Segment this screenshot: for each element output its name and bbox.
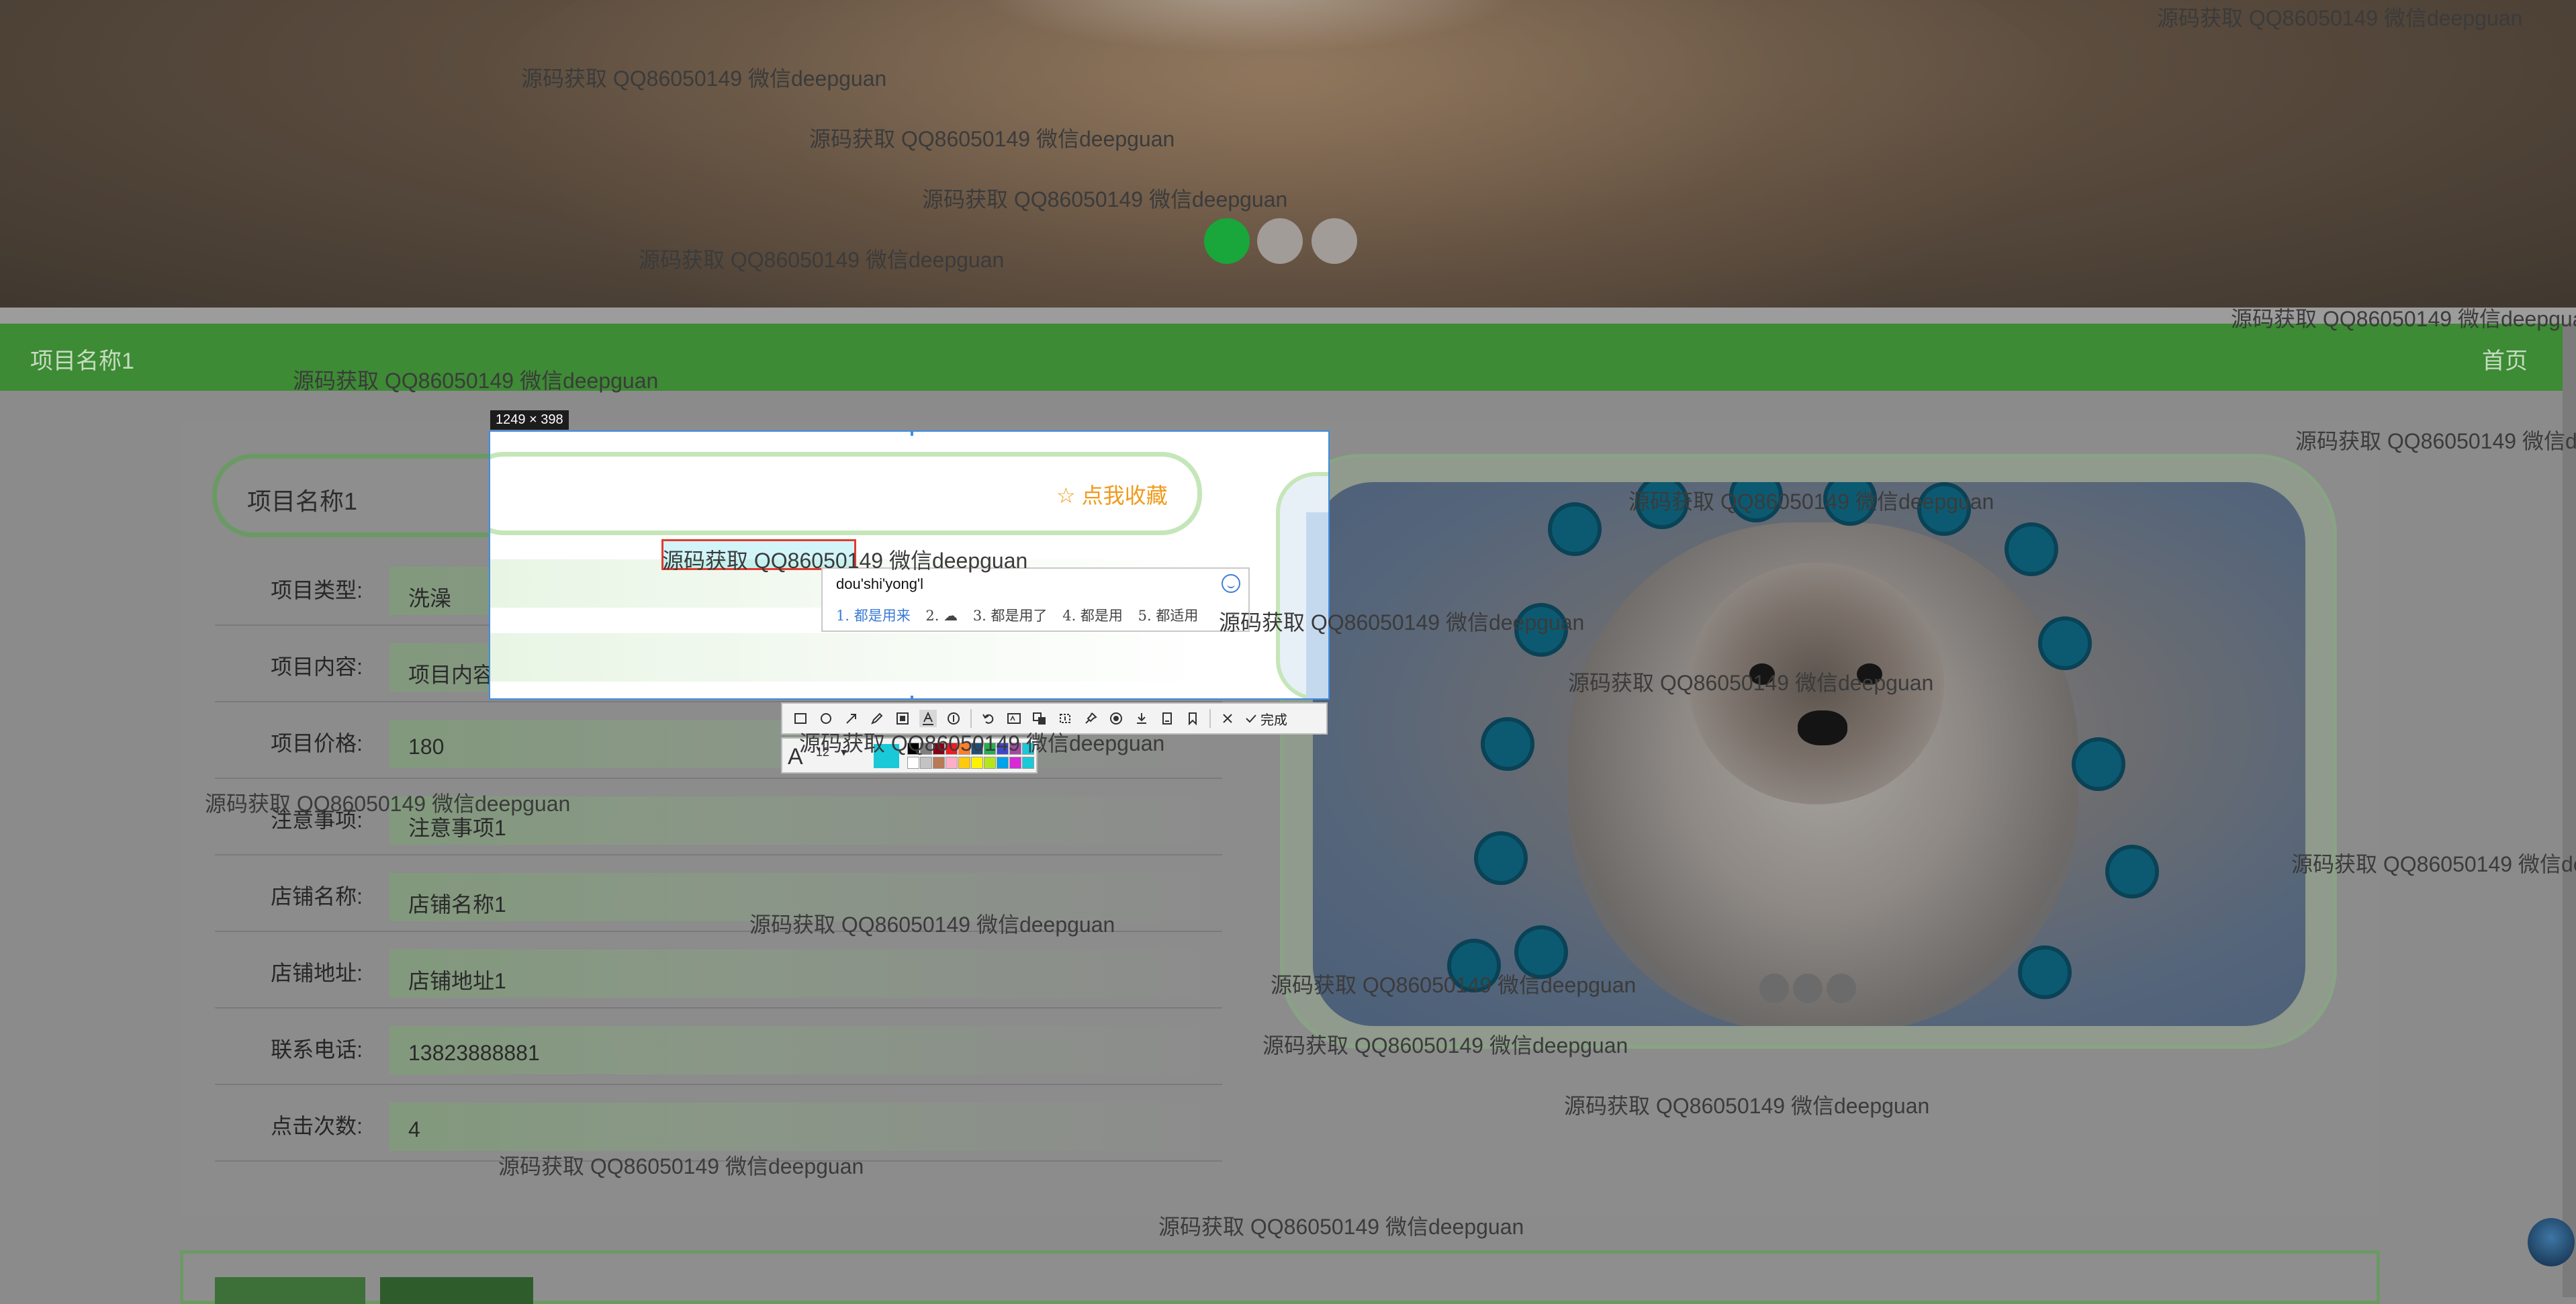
capture-handle[interactable] (911, 432, 913, 436)
ime-candidate[interactable]: 1. 都是用来 (836, 608, 911, 624)
watermark-text: 源码获取 QQ86050149 微信deepguan (1568, 671, 1934, 695)
watermark-text: 源码获取 QQ86050149 微信deepguan (1271, 973, 1637, 997)
capture-size-label: 1249 × 398 (490, 410, 569, 430)
emoji-icon[interactable] (1222, 574, 1240, 593)
field-label: 店铺名称: (271, 884, 363, 909)
done-label: 完成 (1260, 712, 1287, 728)
watermark-text: 源码获取 QQ86050149 微信deepguan (809, 127, 1175, 151)
check-icon (1246, 714, 1256, 723)
field-label: 项目内容: (271, 655, 363, 679)
watermark-text: 源码获取 QQ86050149 微信deepguan (922, 187, 1288, 212)
divider (0, 308, 2576, 324)
watermark-text: 源码获取 QQ86050149 微信deepguan (799, 731, 1165, 755)
watermark-text: 源码获取 QQ86050149 微信deepguan (2291, 852, 2576, 876)
field-value: 13823888881 (408, 1041, 540, 1065)
save-icon[interactable] (1158, 710, 1176, 727)
ime-composition: dou'shi'yong'l (836, 575, 924, 592)
color-swatch[interactable] (1022, 757, 1034, 769)
text-icon[interactable] (919, 710, 937, 727)
color-swatch[interactable] (997, 757, 1009, 769)
watermark-text: 源码获取 QQ86050149 微信deepguan (1158, 1215, 1524, 1239)
mosaic-icon[interactable] (894, 710, 911, 727)
field-value: 洗澡 (408, 586, 452, 610)
watermark-text: 源码获取 QQ86050149 微信deepguan (205, 792, 571, 816)
carousel-dot-3[interactable] (1312, 218, 1357, 264)
page-scrollbar[interactable] (2563, 324, 2576, 1297)
ime-candidate[interactable]: 5. 都适用 (1138, 608, 1199, 624)
bookmark-icon[interactable] (1184, 710, 1201, 727)
photo-carousel-dots[interactable] (1759, 974, 1867, 1007)
number-icon[interactable] (945, 710, 962, 727)
color-swatch[interactable] (946, 757, 958, 769)
field-row: 店铺地址: 店铺地址1 (215, 933, 1222, 1009)
download-icon[interactable] (1133, 710, 1150, 727)
field-label: 点击次数: (271, 1114, 363, 1138)
field-value: 180 (408, 735, 445, 759)
page-title: 项目名称1 (247, 487, 358, 515)
ime-candidate-window: dou'shi'yong'l 1. 都是用来 2. ☁ 3. 都是用了 4. 都… (821, 567, 1250, 632)
color-swatch[interactable] (933, 757, 945, 769)
watermark-text: 源码获取 QQ86050149 微信deepguan (1628, 490, 1994, 514)
photo-dot[interactable] (1793, 974, 1823, 1003)
watermark-text: 源码获取 QQ86050149 微信deepguan (1262, 1033, 1628, 1058)
color-swatch[interactable] (971, 757, 983, 769)
color-swatch[interactable] (958, 757, 970, 769)
field-label: 项目价格: (271, 731, 363, 755)
nav-brand[interactable]: 项目名称1 (30, 342, 134, 375)
field-label: 店铺地址: (271, 961, 363, 985)
watermark-text: 源码获取 QQ86050149 微信deepguan (1564, 1094, 1930, 1118)
field-row: 联系电话: 13823888881 (215, 1010, 1222, 1085)
pin-icon[interactable] (1082, 710, 1099, 727)
pen-icon[interactable] (868, 710, 886, 727)
capture-handle[interactable] (911, 696, 913, 700)
photo-dot[interactable] (1759, 974, 1789, 1003)
field-value: 店铺地址1 (408, 969, 506, 993)
favorite-button[interactable]: ☆ 点我收藏 (1056, 479, 1168, 510)
rectangle-icon[interactable] (792, 710, 809, 727)
color-swatch[interactable] (1009, 757, 1021, 769)
ocr-icon[interactable] (1005, 710, 1023, 727)
carousel-dot-1[interactable] (1204, 218, 1250, 264)
color-swatch[interactable] (984, 757, 996, 769)
watermark-text: 源码获取 QQ86050149 微信deepguan (639, 248, 1005, 272)
watermark-text: 源码获取 QQ86050149 微信deepguan (521, 66, 887, 91)
field-value: 4 (408, 1117, 420, 1142)
tab-button-2[interactable] (380, 1277, 533, 1304)
watermark-text: 源码获取 QQ86050149 微信deepguan (293, 369, 659, 393)
close-icon[interactable] (1219, 710, 1236, 727)
nav-home-link[interactable]: 首页 (2482, 342, 2528, 375)
done-button[interactable]: 完成 (1244, 709, 1287, 729)
ime-candidate[interactable]: 2. ☁ (925, 608, 958, 624)
watermark-text: 源码获取 QQ86050149 微信deepguan (498, 1154, 864, 1178)
arrow-icon[interactable] (843, 710, 860, 727)
watermark-text: 源码获取 QQ86050149 微信deepguan (2231, 307, 2576, 331)
scroll-capture-icon[interactable] (1056, 710, 1074, 727)
tab-button-1[interactable] (215, 1277, 365, 1304)
record-icon[interactable] (1107, 710, 1125, 727)
color-swatch[interactable] (920, 757, 932, 769)
photo-dot[interactable] (1827, 974, 1856, 1003)
ime-candidates: 1. 都是用来 2. ☁ 3. 都是用了 4. 都是用 5. 都适用 (836, 605, 1209, 625)
floating-avatar[interactable] (2528, 1218, 2575, 1266)
watermark-text: 源码获取 QQ86050149 微信deepguan (2157, 6, 2523, 30)
watermark-text: 源码获取 QQ86050149 微信deepguan (662, 549, 1028, 573)
field-label: 项目类型: (271, 578, 363, 602)
ime-candidate[interactable]: 3. 都是用了 (973, 608, 1048, 624)
watermark-text: 源码获取 QQ86050149 微信deepguan (1219, 610, 1585, 635)
hero-carousel (0, 0, 2576, 316)
undo-icon[interactable] (980, 710, 997, 727)
ellipse-icon[interactable] (817, 710, 835, 727)
ime-candidate[interactable]: 4. 都是用 (1062, 608, 1123, 624)
watermark-text: 源码获取 QQ86050149 微信deepguan (2295, 429, 2576, 453)
field-value: 店铺名称1 (408, 892, 506, 917)
watermark-text: 源码获取 QQ86050149 微信deepguan (749, 913, 1115, 937)
field-label: 联系电话: (271, 1037, 363, 1062)
color-swatch[interactable] (907, 757, 919, 769)
product-photo[interactable] (1313, 482, 2305, 1026)
carousel-dot-2[interactable] (1257, 218, 1303, 264)
translate-icon[interactable] (1031, 710, 1048, 727)
